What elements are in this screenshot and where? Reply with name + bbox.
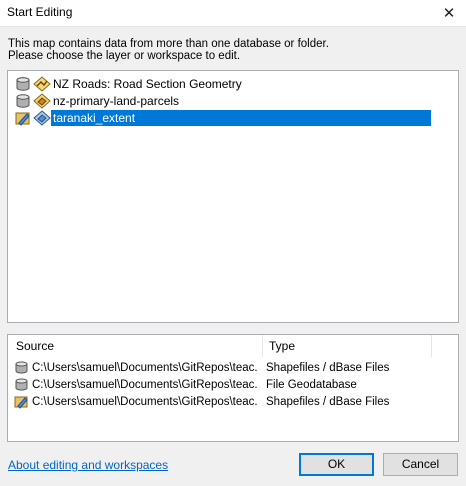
source-type: File Geodatabase (266, 378, 357, 391)
column-divider[interactable] (262, 335, 263, 357)
layer-label: nz-primary-land-parcels (53, 93, 180, 108)
database-icon (16, 93, 30, 108)
source-type: Shapefiles / dBase Files (266, 395, 390, 408)
source-row[interactable]: C:\Users\samuel\Documents\GitRepos\teac.… (14, 359, 389, 376)
source-row[interactable]: C:\Users\samuel\Documents\GitRepos\teac.… (14, 376, 357, 393)
column-divider[interactable] (431, 335, 432, 357)
polygon-layer-icon (33, 92, 51, 109)
source-column-header[interactable]: Source (16, 335, 54, 357)
source-path: C:\Users\samuel\Documents\GitRepos\teac.… (32, 361, 258, 374)
window-title: Start Editing (7, 5, 73, 19)
database-icon (15, 361, 28, 374)
title-bar: Start Editing ✕ (0, 0, 466, 27)
instructions: This map contains data from more than on… (8, 38, 448, 62)
database-icon (15, 378, 28, 391)
polygon-layer-icon (33, 109, 51, 126)
layer-item-selected[interactable]: taranaki_extent (15, 109, 431, 126)
close-icon: ✕ (442, 5, 456, 22)
folder-edit-icon (14, 396, 28, 409)
layer-label: taranaki_extent (51, 109, 431, 126)
close-button[interactable]: ✕ (432, 0, 466, 26)
source-path: C:\Users\samuel\Documents\GitRepos\teac.… (32, 395, 258, 408)
ok-button[interactable]: OK (299, 453, 374, 476)
cancel-button[interactable]: Cancel (383, 453, 458, 476)
layer-label: NZ Roads: Road Section Geometry (53, 76, 242, 91)
about-editing-link[interactable]: About editing and workspaces (8, 458, 168, 472)
line-layer-icon (33, 75, 51, 92)
folder-edit-icon (15, 112, 30, 126)
source-path: C:\Users\samuel\Documents\GitRepos\teac.… (32, 378, 258, 391)
layer-item[interactable]: nz-primary-land-parcels (15, 92, 181, 109)
type-column-header[interactable]: Type (269, 335, 295, 357)
source-row[interactable]: C:\Users\samuel\Documents\GitRepos\teac.… (14, 393, 389, 410)
database-icon (16, 76, 30, 91)
layer-list[interactable]: NZ Roads: Road Section Geometry nz-prima… (7, 70, 459, 323)
source-list[interactable]: Source Type C:\Users\samuel\Documents\Gi… (7, 334, 459, 442)
instructions-line-2: Please choose the layer or workspace to … (8, 50, 241, 62)
instructions-line-1: This map contains data from more than on… (8, 38, 329, 50)
source-type: Shapefiles / dBase Files (266, 361, 390, 374)
layer-item[interactable]: NZ Roads: Road Section Geometry (15, 75, 244, 92)
